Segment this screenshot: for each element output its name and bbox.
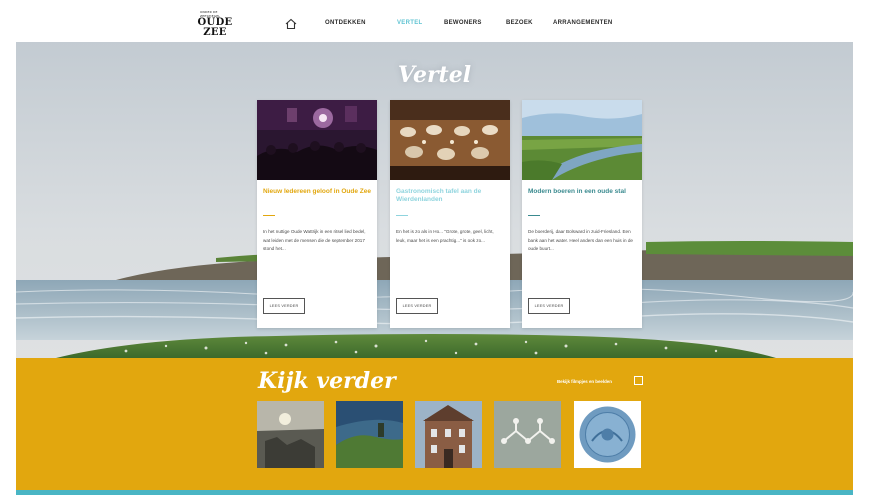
read-more-button[interactable]: LEES VERDER bbox=[396, 298, 438, 314]
landscape-ditch-photo bbox=[522, 100, 642, 180]
thumbnail-historic-building[interactable] bbox=[415, 401, 482, 468]
page-margin-right bbox=[853, 0, 869, 495]
section-title-kijk-verder: Kijk verder bbox=[258, 368, 396, 394]
card-divider bbox=[528, 215, 540, 216]
kijk-verder-section: Kijk verder Bekijk filmpjes en beelden bbox=[16, 358, 853, 490]
website: ONDER DE ZEESPIEGEL OUDE ZEE ONTDEKKEN V… bbox=[16, 6, 853, 495]
card-title[interactable]: Nieuw Iedereen geloof in Oude Zee bbox=[263, 188, 371, 196]
card-excerpt: En het is zo als in Ho... "Grote, grote,… bbox=[396, 229, 494, 243]
thumbnail-aerial-formation[interactable] bbox=[494, 401, 561, 468]
read-more-button[interactable]: LEES VERDER bbox=[528, 298, 570, 314]
footer-bar bbox=[16, 490, 853, 495]
card-excerpt: De boerderij, daar Bolsward in zuid-Frie… bbox=[528, 229, 633, 252]
story-card[interactable]: Modern boeren in een oude stal De boerde… bbox=[522, 100, 642, 328]
concert-photo bbox=[257, 100, 377, 180]
nav-bewoners[interactable]: BEWONERS bbox=[444, 20, 482, 26]
section-title-vertel: Vertel bbox=[397, 62, 472, 88]
nav-vertel[interactable]: VERTEL bbox=[397, 20, 422, 26]
card-divider bbox=[396, 215, 408, 216]
read-more-button[interactable]: LEES VERDER bbox=[263, 298, 305, 314]
thumbnail-round-seal[interactable] bbox=[574, 401, 641, 468]
nav-arrangementen[interactable]: ARRANGEMENTEN bbox=[553, 20, 613, 26]
home-icon[interactable] bbox=[284, 17, 298, 31]
nav-ontdekken[interactable]: ONTDEKKEN bbox=[325, 20, 366, 26]
dinner-table-photo bbox=[390, 100, 510, 180]
thumbnail-green-hill[interactable] bbox=[336, 401, 403, 468]
card-excerpt: In het nuttige Oude Wattrijk in een rits… bbox=[263, 229, 366, 252]
hero-section: Vertel Nieuw Iedereen geloof in Oude Zee… bbox=[16, 42, 853, 358]
card-divider bbox=[263, 215, 275, 216]
page-margin-left bbox=[0, 0, 16, 495]
card-title[interactable]: Modern boeren in een oude stal bbox=[528, 188, 636, 196]
card-title[interactable]: Gastronomisch tafel aan de Wierdenlanden bbox=[396, 188, 504, 204]
external-link-icon[interactable] bbox=[634, 376, 643, 385]
nav-bezoek[interactable]: BEZOEK bbox=[506, 20, 533, 26]
site-logo[interactable]: ONDER DE ZEESPIEGEL OUDE ZEE bbox=[198, 10, 233, 38]
story-card[interactable]: Nieuw Iedereen geloof in Oude Zee In het… bbox=[257, 100, 377, 328]
media-link[interactable]: Bekijk filmpjes en beelden bbox=[557, 379, 612, 384]
thumbnail-sunset-ruins[interactable] bbox=[257, 401, 324, 468]
logo-word-zee: ZEE bbox=[203, 27, 227, 38]
site-header: ONDER DE ZEESPIEGEL OUDE ZEE ONTDEKKEN V… bbox=[16, 6, 853, 42]
story-card[interactable]: Gastronomisch tafel aan de Wierdenlanden… bbox=[390, 100, 510, 328]
